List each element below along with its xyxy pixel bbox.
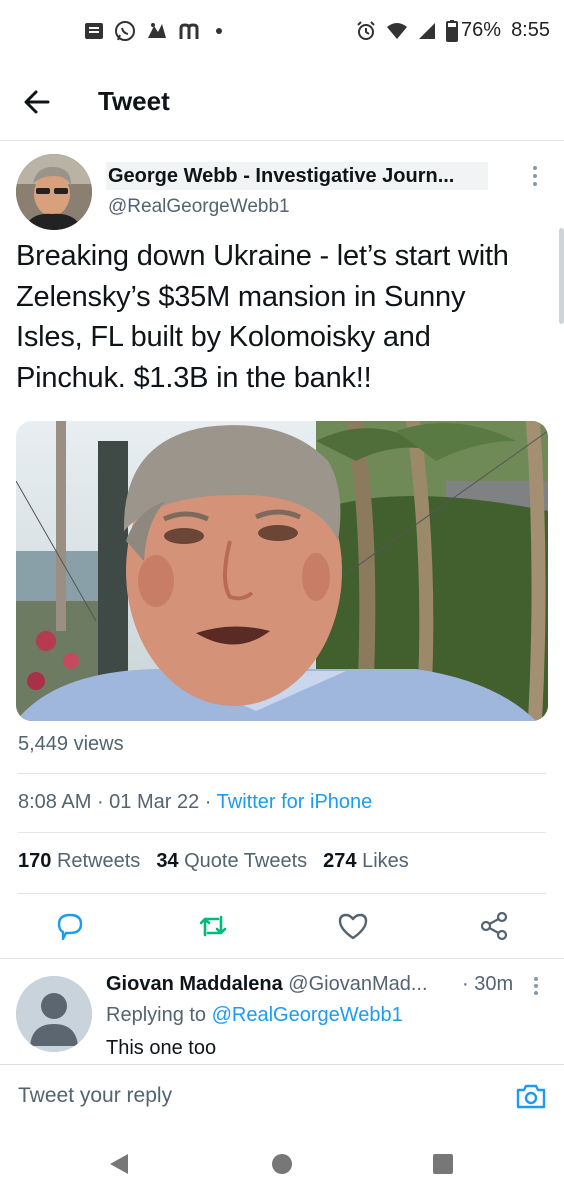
dot-icon: [214, 26, 224, 36]
reply-author-name[interactable]: Giovan Maddalena: [106, 973, 283, 995]
tweet-text: Breaking down Ukraine - let’s start with…: [16, 240, 509, 394]
replying-to-link[interactable]: @RealGeorgeWebb1: [212, 1004, 403, 1026]
nav-recents-button[interactable]: [430, 1151, 456, 1177]
reply-compose-bar: [0, 1064, 564, 1128]
retweet-icon: [199, 915, 227, 937]
wifi-icon: [386, 22, 408, 40]
battery-percent: 76%: [461, 19, 502, 41]
replying-label: Replying to: [106, 1004, 207, 1026]
nav-home-button[interactable]: [269, 1151, 295, 1177]
system-icons: 76% 8:55: [356, 19, 550, 42]
reply-input[interactable]: [18, 1081, 478, 1111]
meta-separator: ·: [199, 791, 217, 813]
quotes-label: Quote Tweets: [184, 850, 308, 872]
tweet-time: 8:08 AM: [18, 791, 92, 813]
android-nav-bar: [0, 1127, 564, 1200]
tweet-video[interactable]: [16, 421, 548, 721]
nav-back-button[interactable]: [106, 1151, 132, 1177]
tweet-meta: 8:08 AM · 01 Mar 22 · Twitter for iPhone: [18, 791, 372, 814]
retweets-stat[interactable]: 170 Retweets: [18, 850, 140, 872]
message-icon: [84, 22, 104, 40]
more-options-button[interactable]: [525, 164, 545, 188]
likes-stat[interactable]: 274 Likes: [323, 850, 409, 872]
divider: [18, 893, 546, 894]
square-recents-icon: [433, 1154, 453, 1174]
like-button[interactable]: [336, 909, 370, 943]
retweet-button[interactable]: [196, 909, 230, 943]
reply-time: · 30m: [462, 973, 514, 995]
more-vertical-icon: [534, 977, 538, 995]
share-icon: [480, 911, 508, 941]
status-bar: 76% 8:55: [0, 0, 564, 64]
top-bar: Tweet: [0, 64, 564, 141]
signal-icon: [418, 22, 436, 40]
reply-header: Giovan Maddalena @GiovanMad...: [106, 973, 428, 996]
quotes-count: 34: [156, 850, 179, 872]
quotes-stat[interactable]: 34 Quote Tweets: [156, 850, 307, 872]
scrollbar-thumb[interactable]: [559, 228, 564, 324]
divider: [18, 832, 546, 833]
triangle-back-icon: [110, 1154, 128, 1174]
reply-more-button[interactable]: [528, 975, 544, 997]
author-handle[interactable]: @RealGeorgeWebb1: [108, 196, 290, 218]
app-icon: [146, 20, 168, 42]
m-icon: [178, 21, 204, 41]
camera-button[interactable]: [514, 1079, 548, 1113]
tweet-source-link[interactable]: Twitter for iPhone: [217, 791, 373, 813]
page-title: Tweet: [98, 86, 170, 116]
reply-button[interactable]: [53, 909, 87, 943]
tweet-stats: 170 Retweets 34 Quote Tweets 274 Likes: [18, 850, 409, 873]
circle-home-icon: [272, 1154, 292, 1174]
likes-count: 274: [323, 850, 357, 872]
heart-icon: [338, 913, 368, 940]
notification-icons: [84, 20, 224, 42]
arrow-left-icon: [24, 90, 50, 114]
share-button[interactable]: [477, 909, 511, 943]
more-vertical-icon: [533, 166, 537, 186]
reply-icon: [57, 913, 83, 941]
reply-text: This one too: [106, 1037, 217, 1059]
back-button[interactable]: [18, 86, 58, 118]
reply-avatar[interactable]: [16, 976, 92, 1052]
battery-icon: [446, 19, 459, 42]
author-name[interactable]: George Webb - Investigative Journ...: [106, 162, 488, 190]
divider: [18, 773, 546, 774]
replying-to: Replying to @RealGeorgeWebb1: [106, 1004, 403, 1027]
author-avatar[interactable]: [16, 154, 92, 230]
alarm-icon: [356, 20, 376, 41]
clock: 8:55: [511, 19, 550, 41]
whatsapp-icon: [114, 20, 136, 42]
view-count: 5,449 views: [18, 733, 124, 755]
reply-author-handle[interactable]: @GiovanMad...: [288, 973, 427, 995]
tweet-date: 01 Mar 22: [109, 791, 200, 813]
likes-label: Likes: [362, 850, 409, 872]
divider: [0, 958, 564, 959]
meta-separator: ·: [91, 791, 110, 813]
camera-icon: [516, 1084, 546, 1109]
retweets-label: Retweets: [56, 850, 141, 872]
retweets-count: 170: [18, 850, 52, 872]
